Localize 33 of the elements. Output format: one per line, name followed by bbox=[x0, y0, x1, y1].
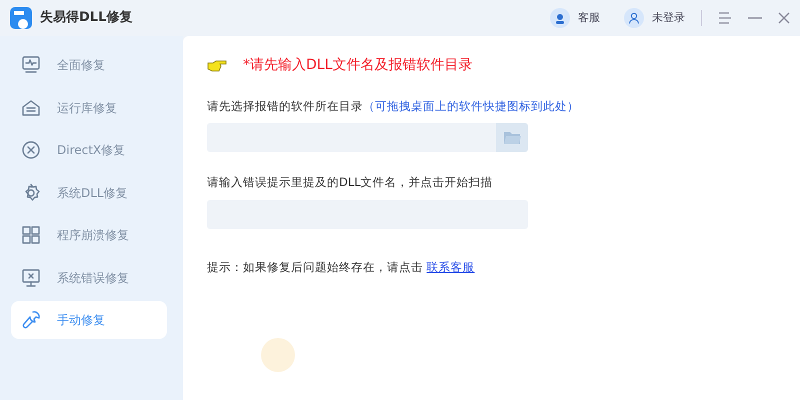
sidebar-item[interactable]: 系统错误修复 bbox=[11, 258, 167, 296]
directory-field[interactable] bbox=[207, 123, 528, 152]
filename-label: 请输入错误提示里提及的DLL文件名，并点击开始扫描 bbox=[207, 174, 494, 192]
monitor-x-icon bbox=[21, 268, 41, 288]
drag-hint: （可拖拽桌面上的软件快捷图标到此处） bbox=[363, 99, 579, 113]
wrench-icon bbox=[21, 310, 41, 330]
minimize-button[interactable] bbox=[748, 17, 762, 19]
sidebar-item[interactable]: 系统DLL修复 bbox=[11, 174, 167, 212]
menu-button[interactable] bbox=[718, 12, 732, 24]
instruction-heading: *请先输入DLL文件名及报错软件目录 bbox=[243, 56, 472, 75]
contact-support-link[interactable]: 联系客服 bbox=[426, 260, 475, 274]
app-logo-icon bbox=[10, 7, 32, 29]
login-status-link[interactable]: 未登录 bbox=[652, 10, 685, 26]
monitor-icon bbox=[21, 55, 41, 75]
close-button[interactable] bbox=[778, 12, 790, 24]
headset-icon[interactable] bbox=[550, 8, 570, 28]
close-circle-icon bbox=[21, 140, 41, 160]
pointing-hand-icon bbox=[207, 60, 227, 72]
directory-label: 请先选择报错的软件所在目录 bbox=[207, 99, 363, 113]
user-icon[interactable] bbox=[624, 8, 644, 28]
customer-service-link[interactable]: 客服 bbox=[578, 10, 600, 26]
browse-folder-button[interactable] bbox=[496, 123, 528, 152]
window-title: 失易得DLL修复 bbox=[40, 9, 132, 28]
tip-text: 提示：如果修复后问题始终存在，请点击 bbox=[207, 260, 423, 274]
decorative-circle bbox=[261, 338, 295, 372]
house-list-icon bbox=[21, 98, 41, 118]
sidebar-item[interactable]: 运行库修复 bbox=[11, 88, 167, 126]
folder-icon bbox=[504, 131, 520, 144]
sidebar-item[interactable]: 全面修复 bbox=[11, 46, 167, 84]
sidebar-item[interactable]: 程序崩溃修复 bbox=[11, 216, 167, 254]
sidebar-item[interactable]: DirectX修复 bbox=[11, 131, 167, 169]
grid-icon bbox=[21, 225, 41, 245]
sidebar-item[interactable]: 手动修复 bbox=[11, 301, 167, 339]
